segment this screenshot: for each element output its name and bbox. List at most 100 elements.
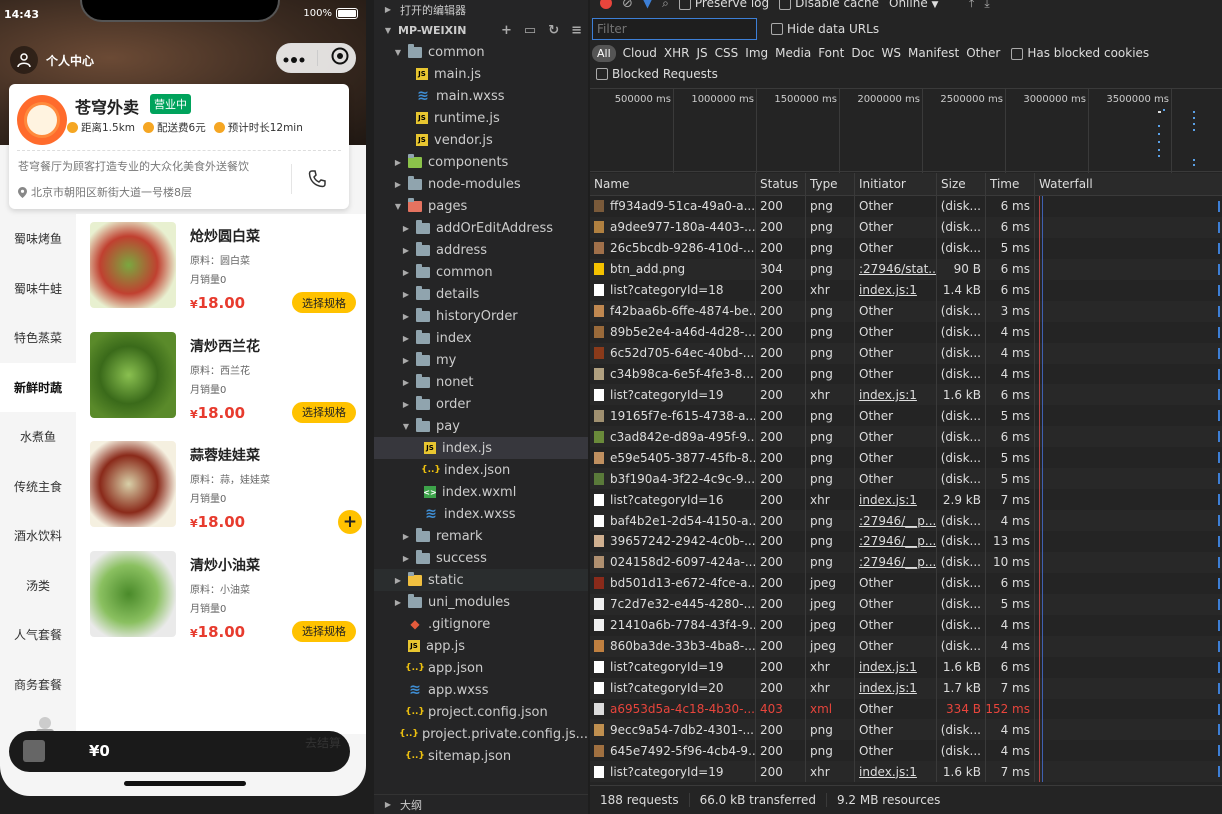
type-filter-manifest[interactable]: Manifest: [908, 46, 959, 60]
cart-icon[interactable]: [23, 740, 45, 762]
filter-funnel-icon[interactable]: ▼: [643, 0, 652, 10]
request-row[interactable]: e59e5405-3877-45fb-8... 200 png Other (disk.…: [590, 447, 1222, 469]
select-spec-button[interactable]: 选择规格: [292, 292, 356, 313]
tree-folder[interactable]: ▶ details: [374, 283, 588, 305]
request-row[interactable]: 26c5bcdb-9286-410d-... 200 png Other (disk..…: [590, 237, 1222, 259]
category-item[interactable]: 水煮鱼: [0, 412, 76, 462]
search-icon[interactable]: ⌕: [662, 0, 669, 11]
dish-image[interactable]: [90, 550, 176, 637]
tree-file[interactable]: {..} index.json: [374, 459, 588, 481]
refresh-icon[interactable]: ↻: [548, 23, 559, 38]
tree-file[interactable]: {..} project.config.json: [374, 701, 588, 723]
request-row[interactable]: baf4b2e1-2d54-4150-a... 200 png:27946/__p.…: [590, 510, 1222, 531]
request-initiator[interactable]: :27946/__p...: [859, 514, 936, 528]
type-filter-doc[interactable]: Doc: [851, 46, 874, 60]
type-filter-font[interactable]: Font: [818, 46, 844, 60]
checkout-button[interactable]: 去结算: [305, 734, 341, 751]
column-header-type[interactable]: Type: [806, 173, 855, 195]
select-spec-button[interactable]: 选择规格: [292, 401, 356, 423]
tree-file[interactable]: JS vendor.js: [374, 129, 588, 151]
tree-folder[interactable]: ▶ historyOrder: [374, 305, 588, 327]
has-blocked-cookies-checkbox[interactable]: Has blocked cookies: [1011, 46, 1149, 60]
request-row[interactable]: 39657242-2942-4c0b-... 200 png:27946/__p..…: [590, 531, 1222, 552]
request-row[interactable]: 9ecc9a54-7db2-4301-... 200 png Other (disk..…: [590, 719, 1222, 741]
column-header-name[interactable]: Name: [590, 173, 756, 195]
type-filter-media[interactable]: Media: [775, 46, 811, 60]
type-filter-css[interactable]: CSS: [715, 46, 739, 60]
tree-file[interactable]: JS app.js: [374, 635, 588, 657]
disable-cache-checkbox[interactable]: Disable cache: [779, 0, 879, 10]
tree-folder[interactable]: ▶ index: [374, 327, 588, 349]
tree-file[interactable]: JS runtime.js: [374, 107, 588, 129]
tree-file[interactable]: {..} project.private.config.js...: [374, 723, 588, 745]
network-overview-timeline[interactable]: 500000 ms 1000000 ms 1500000 ms 2000000 ms 2…: [590, 88, 1222, 173]
tree-file[interactable]: ≋ main.wxss: [374, 85, 588, 107]
request-initiator[interactable]: :27946/__p...: [859, 534, 936, 548]
export-har-icon[interactable]: ⤓: [984, 0, 989, 11]
tree-file[interactable]: JS index.js: [374, 437, 588, 459]
request-row[interactable]: a9dee977-180a-4403-... 200 png Other (disk..…: [590, 216, 1222, 238]
tree-file[interactable]: <> index.wxml: [374, 481, 588, 503]
type-filter-all[interactable]: All: [592, 44, 616, 62]
user-center-link[interactable]: 个人中心: [10, 46, 94, 74]
request-initiator[interactable]: :27946/stat...: [859, 262, 936, 276]
category-item[interactable]: 特色蒸菜: [0, 313, 76, 363]
tree-file[interactable]: JS main.js: [374, 63, 588, 85]
call-shop-button[interactable]: [291, 164, 341, 194]
blocked-requests-checkbox[interactable]: Blocked Requests: [596, 67, 718, 81]
request-initiator[interactable]: :27946/__p...: [859, 555, 936, 569]
close-miniprogram-icon[interactable]: [331, 47, 349, 69]
request-initiator[interactable]: index.js:1: [859, 388, 917, 402]
category-item[interactable]: 传统主食: [0, 462, 76, 512]
cart-bar[interactable]: ¥0 去结算: [9, 731, 350, 772]
import-har-icon[interactable]: ⤒: [969, 0, 974, 11]
tree-file[interactable]: {..} app.json: [374, 657, 588, 679]
category-item[interactable]: 新鲜时蔬: [0, 362, 76, 412]
open-editors-section[interactable]: ▶ 打开的编辑器: [374, 0, 588, 19]
clear-icon[interactable]: ⊘: [622, 0, 633, 11]
tree-file[interactable]: ◆ .gitignore: [374, 613, 588, 635]
throttle-select[interactable]: Online ▼: [889, 0, 959, 10]
filter-input[interactable]: [592, 18, 757, 40]
tree-folder[interactable]: ▶ my: [374, 349, 588, 371]
tree-folder[interactable]: ▶ address: [374, 239, 588, 261]
request-row[interactable]: btn_add.png 304 png:27946/stat... 90 B6 ms: [590, 258, 1222, 280]
tree-folder[interactable]: ▶ remark: [374, 525, 588, 547]
request-row[interactable]: bd501d13-e672-4fce-a... 200 jpeg Other (disk…: [590, 572, 1222, 594]
request-row[interactable]: 21410a6b-7784-43f4-9... 200 jpeg Other (disk…: [590, 614, 1222, 636]
tree-file[interactable]: ≋ app.wxss: [374, 679, 588, 701]
tree-file[interactable]: ≋ index.wxss: [374, 503, 588, 525]
category-item[interactable]: 商务套餐: [0, 660, 76, 710]
more-icon[interactable]: [283, 49, 305, 68]
type-filter-xhr[interactable]: XHR: [664, 46, 690, 60]
request-row[interactable]: list?categoryId=20 200 xhr index.js:1 1.7 kB…: [590, 677, 1222, 699]
request-row[interactable]: list?categoryId=19 200 xhr index.js:1 1.6 kB…: [590, 384, 1222, 406]
tree-folder[interactable]: ▶ static: [374, 569, 588, 591]
hide-data-urls-checkbox[interactable]: Hide data URLs: [771, 22, 879, 36]
tree-folder[interactable]: ▼ pay: [374, 415, 588, 437]
type-filter-js[interactable]: JS: [697, 46, 708, 60]
tree-folder[interactable]: ▼ common: [374, 41, 588, 63]
request-row[interactable]: f42baa6b-6ffe-4874-be... 200 png Other (disk…: [590, 300, 1222, 322]
request-row[interactable]: 645e7492-5f96-4cb4-9... 200 png Other (disk.…: [590, 740, 1222, 762]
request-row[interactable]: 89b5e2e4-a46d-4d28-... 200 png Other (disk..…: [590, 321, 1222, 343]
request-initiator[interactable]: index.js:1: [859, 283, 917, 297]
request-row[interactable]: b3f190a4-3f22-4c9c-9... 200 png Other (disk.…: [590, 468, 1222, 490]
request-row[interactable]: c34b98ca-6e5f-4fe3-8... 200 png Other (disk.…: [590, 363, 1222, 385]
request-row[interactable]: c3ad842e-d89a-495f-9... 200 png Other (disk.…: [590, 426, 1222, 448]
tree-folder[interactable]: ▶ components: [374, 151, 588, 173]
category-item[interactable]: 蜀味牛蛙: [0, 264, 76, 314]
request-row[interactable]: a6953d5a-4c18-4b30-... 403 xml Other 334 B 15…: [590, 698, 1222, 720]
type-filter-cloud[interactable]: Cloud: [623, 46, 657, 60]
request-row[interactable]: list?categoryId=19 200 xhr index.js:1 1.6 kB…: [590, 761, 1222, 783]
dish-image[interactable]: [90, 441, 176, 527]
tree-folder[interactable]: ▶ order: [374, 393, 588, 415]
request-row[interactable]: 860ba3de-33b3-4ba8-... 200 jpeg Other (disk.…: [590, 635, 1222, 657]
project-section[interactable]: ▼ MP-WEIXIN + ▭ ↻ ≡: [374, 19, 588, 41]
request-row[interactable]: list?categoryId=16 200 xhr index.js:1 2.9 kB…: [590, 489, 1222, 511]
request-row[interactable]: list?categoryId=19 200 xhr index.js:1 1.6 kB…: [590, 656, 1222, 678]
tree-folder[interactable]: ▼ pages: [374, 195, 588, 217]
tree-folder[interactable]: ▶ addOrEditAddress: [374, 217, 588, 239]
outline-section[interactable]: ▶ 大纲: [374, 794, 588, 814]
tree-folder[interactable]: ▶ common: [374, 261, 588, 283]
